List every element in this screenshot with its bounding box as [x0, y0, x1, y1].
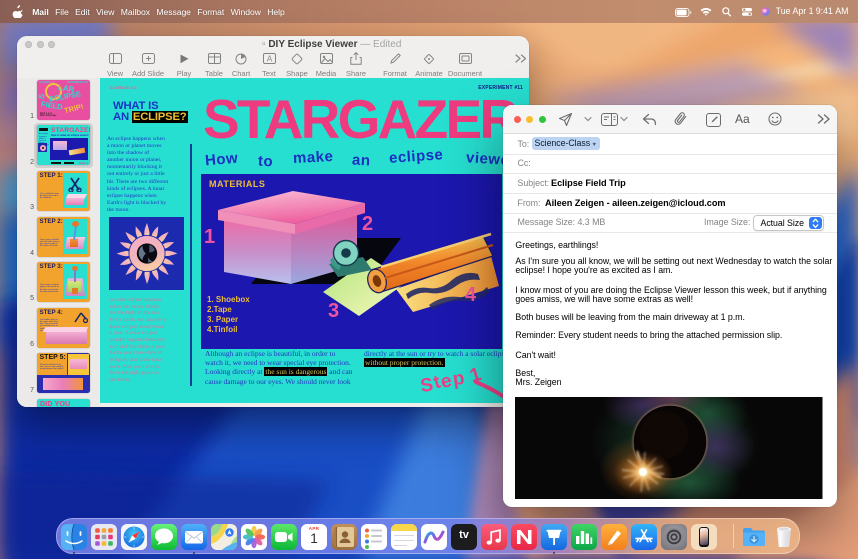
svg-text:A: A — [266, 55, 272, 64]
